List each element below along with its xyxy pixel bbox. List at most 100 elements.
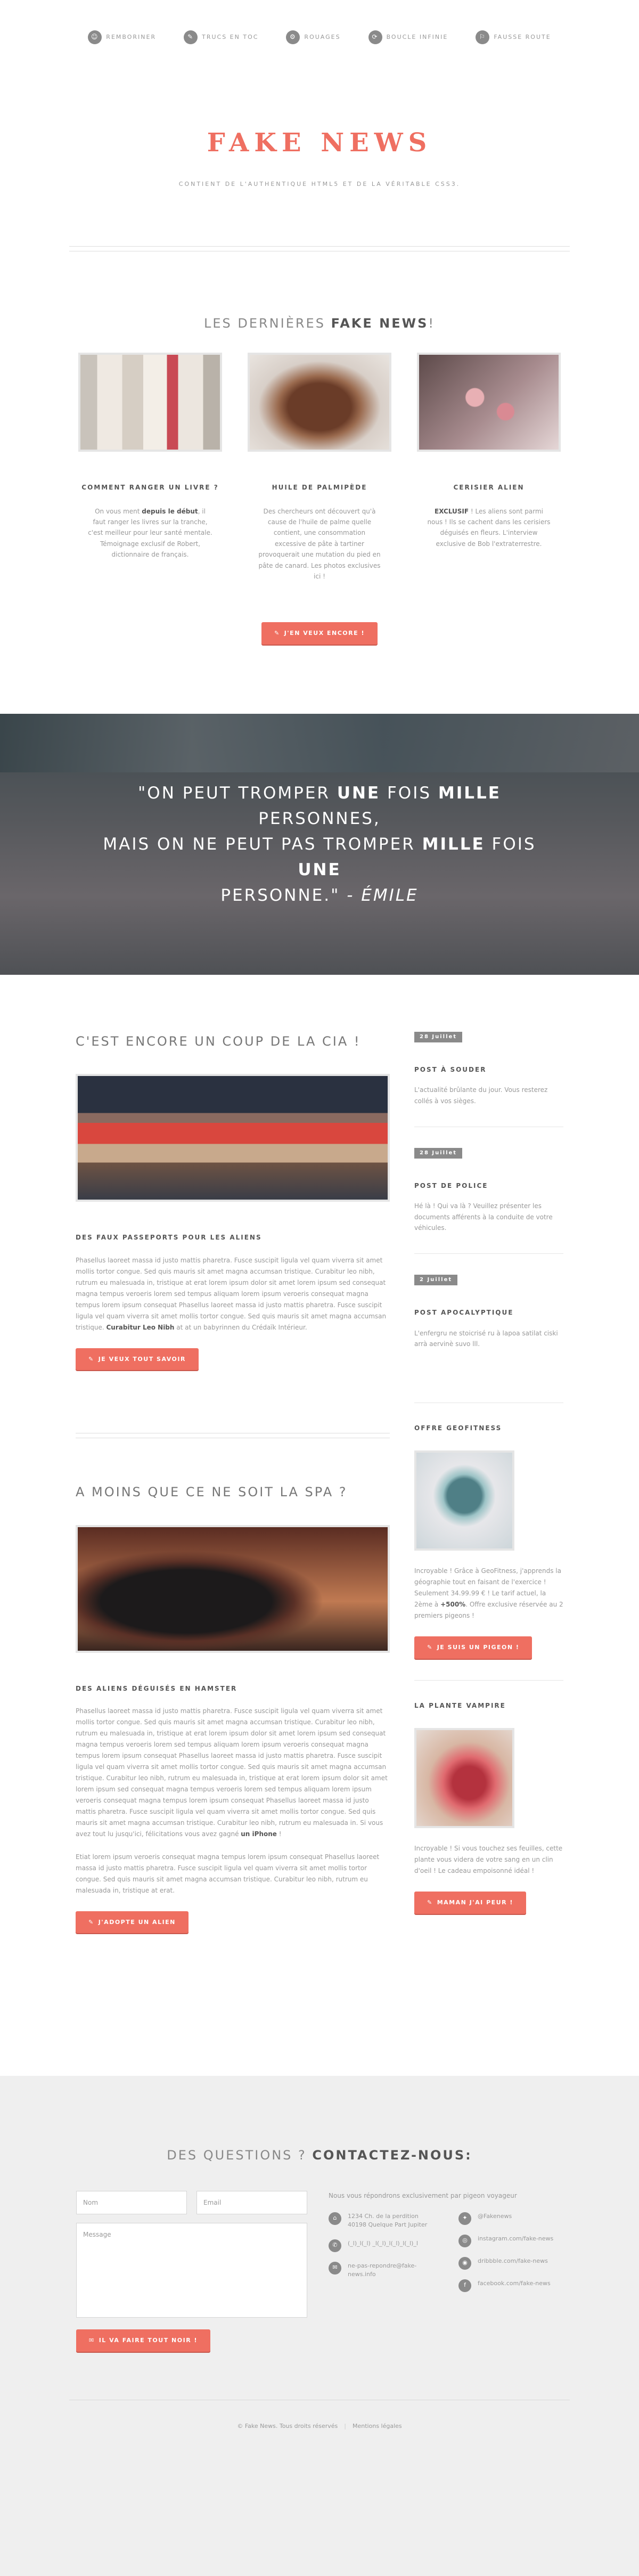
card-title[interactable]: Huile de palmipède — [248, 483, 391, 493]
leaf-image[interactable] — [414, 1728, 514, 1829]
site-title: FAKE NEWS — [207, 128, 432, 158]
address-row: ⌂ 1234 Ch. de la perdition 40198 Quelque… — [329, 2212, 433, 2230]
post-title[interactable]: Post de police — [414, 1181, 563, 1191]
nav-item-rouages[interactable]: ⚙ Rouages — [286, 30, 340, 44]
text-emphasis: Curabitur Leo Nibh — [106, 1323, 175, 1331]
divider — [414, 1253, 563, 1254]
twitter-icon: ✦ — [458, 2212, 471, 2225]
contact-section: Des questions ? Contactez-nous: Nom Emai… — [0, 2076, 639, 2576]
quote-part: personnes, — [258, 809, 381, 828]
quote-emphasis: une — [298, 860, 341, 880]
button-label: Je veux tout savoir — [98, 1355, 186, 1363]
article-subheading: Des faux passeports pour les aliens — [76, 1234, 262, 1242]
text-part: Phasellus laoreet massa id justo mattis … — [76, 1256, 387, 1331]
read-more-button[interactable]: ✎ Je veux tout savoir — [76, 1348, 199, 1371]
send-button[interactable]: ✉ Il va faire tout noir ! — [76, 2329, 211, 2352]
email-field[interactable]: Email — [196, 2191, 307, 2215]
email-link[interactable]: ne-pas-repondre@fake-news.info — [348, 2262, 433, 2279]
name-field[interactable]: Nom — [76, 2191, 187, 2215]
facebook-row[interactable]: f facebook.com/fake-news — [458, 2279, 563, 2292]
dribbble-link[interactable]: dribbble.com/fake-news — [478, 2257, 548, 2270]
nav-item-fausse-route[interactable]: ⚐ Fausse route — [476, 30, 551, 44]
message-field[interactable]: Message — [76, 2223, 307, 2318]
article-title[interactable]: A moins que ce ne soit la SPA ? — [76, 1482, 390, 1502]
books-image[interactable] — [78, 353, 222, 452]
date-badge: 28 Juillet — [414, 1032, 463, 1042]
section-title: Les dernières Fake News! — [0, 313, 639, 333]
info-column: ✦ @Fakenews ◎ instagram.com/fake-news ◉ … — [458, 2212, 563, 2302]
instagram-row[interactable]: ◎ instagram.com/fake-news — [458, 2234, 563, 2247]
address-text: 1234 Ch. de la perdition 40198 Quelque P… — [348, 2212, 428, 2229]
smile-icon: ☺ — [88, 30, 102, 44]
envelope-icon: ✉ — [89, 2337, 95, 2344]
offer-vampire-plant: La plante vampire Incroyable ! Si vous t… — [414, 1701, 563, 1914]
more-news-button[interactable]: ✎ J'en veux encore ! — [261, 622, 378, 645]
quote-part: fois — [380, 783, 438, 803]
pigeon-button[interactable]: ✎ Je suis un pigeon ! — [414, 1636, 532, 1659]
text-emphasis: EXCLUSIF — [435, 507, 469, 515]
offer-text: Incroyable ! Si vous touchez ses feuille… — [414, 1845, 563, 1875]
title-part: ! — [428, 316, 436, 331]
post-title[interactable]: Post à souder — [414, 1065, 563, 1075]
text-emphasis: depuis le début — [142, 507, 198, 515]
article-body: Etiat lorem ipsum veroeris consequat mag… — [76, 1853, 380, 1894]
scared-button[interactable]: ✎ Maman j'ai peur ! — [414, 1892, 526, 1914]
legal-link[interactable]: Mentions légales — [353, 2423, 402, 2430]
envelope-icon: ✉ — [329, 2261, 341, 2275]
title-part: Des questions ? — [167, 2148, 307, 2163]
sidebar-post: 2 Juillet Post apocalyptique L'enfergru … — [414, 1274, 563, 1349]
pencil-icon: ✎ — [274, 630, 280, 637]
gear-icon: ⚙ — [286, 30, 300, 44]
quote-part: mais on ne peut pas tromper — [103, 834, 422, 854]
instagram-link[interactable]: instagram.com/fake-news — [478, 2235, 553, 2247]
phone-text: (_l)_l(_l) _l(_l)_l(_l)_l(_l)_l — [348, 2239, 418, 2247]
dribbble-row[interactable]: ◉ dribbble.com/fake-news — [458, 2256, 563, 2270]
pencil-icon: ✎ — [427, 1644, 433, 1651]
facebook-link[interactable]: facebook.com/fake-news — [478, 2279, 551, 2292]
info-columns: ⌂ 1234 Ch. de la perdition 40198 Quelque… — [329, 2212, 563, 2302]
offer-title: Offre GeoFitness — [414, 1424, 502, 1432]
adopt-alien-button[interactable]: ✎ J'adopte un alien — [76, 1911, 189, 1934]
chocolate-image[interactable] — [248, 353, 391, 452]
article: C'est encore un coup de la CIA ! Des fau… — [76, 1031, 390, 1371]
text-part: On vous ment — [95, 507, 142, 515]
copyright: © Fake News. Tous droits réservés — [237, 2422, 338, 2430]
email-row[interactable]: ✉ ne-pas-repondre@fake-news.info — [329, 2261, 433, 2279]
cherry-blossom-image[interactable] — [417, 353, 561, 452]
pencil-icon: ✎ — [88, 1355, 94, 1363]
button-label: J'en veux encore ! — [284, 630, 365, 637]
twitter-row[interactable]: ✦ @Fakenews — [458, 2212, 563, 2225]
post-text: Hé là ! Qui va là ? Veuillez présenter l… — [414, 1202, 553, 1232]
article-title[interactable]: C'est encore un coup de la CIA ! — [76, 1031, 390, 1051]
post-title[interactable]: Post apocalyptique — [414, 1308, 563, 1318]
globe-image[interactable] — [414, 1450, 514, 1551]
sidebar: 28 Juillet Post à souder L'actualité brû… — [414, 1031, 563, 2076]
twitter-link[interactable]: @Fakenews — [478, 2212, 512, 2225]
passports-image[interactable] — [76, 1074, 390, 1202]
news-card: Comment ranger un livre ? On vous ment d… — [78, 353, 222, 582]
quote-part: personne." — [220, 886, 340, 906]
card-title[interactable]: Cerisier alien — [417, 483, 561, 493]
card-text: EXCLUSIF ! Les aliens sont parmi nous ! … — [417, 506, 561, 550]
article-body: Phasellus laoreet massa id justo mattis … — [76, 1706, 390, 1840]
nav-label: Remboriner — [106, 34, 157, 41]
record-player-image[interactable] — [76, 1525, 390, 1653]
nav-item-boucle-infinie[interactable]: ⟳ Boucle infinie — [368, 30, 448, 44]
post-text: L'enfergru ne stoicrisé ru à lapoa satil… — [414, 1329, 558, 1348]
quote-emphasis: mille — [422, 834, 485, 854]
instagram-icon: ◎ — [458, 2234, 471, 2247]
button-label: J'adopte un alien — [98, 1918, 176, 1926]
quote-author: - Émile — [340, 886, 419, 906]
refresh-icon: ⟳ — [368, 30, 382, 44]
hero: FAKE NEWS Contient de l'authentique HTML… — [0, 75, 639, 246]
button-label: Il va faire tout noir ! — [99, 2337, 198, 2344]
contact-form: Nom Email Message ✉ Il va faire tout noir… — [76, 2191, 307, 2352]
nav-item-remboriner[interactable]: ☺ Remboriner — [88, 30, 156, 44]
nav-label: Trucs en toc — [202, 34, 259, 41]
nav-item-trucs-en-toc[interactable]: ✎ Trucs en toc — [184, 30, 258, 44]
card-title[interactable]: Comment ranger un livre ? — [78, 483, 222, 493]
pencil-icon: ✎ — [184, 30, 198, 44]
contact-grid: Nom Email Message ✉ Il va faire tout noir… — [0, 2191, 639, 2352]
sidebar-post: 28 Juillet Post de police Hé là ! Qui va… — [414, 1147, 563, 1233]
articles-section: C'est encore un coup de la CIA ! Des fau… — [0, 975, 639, 2076]
